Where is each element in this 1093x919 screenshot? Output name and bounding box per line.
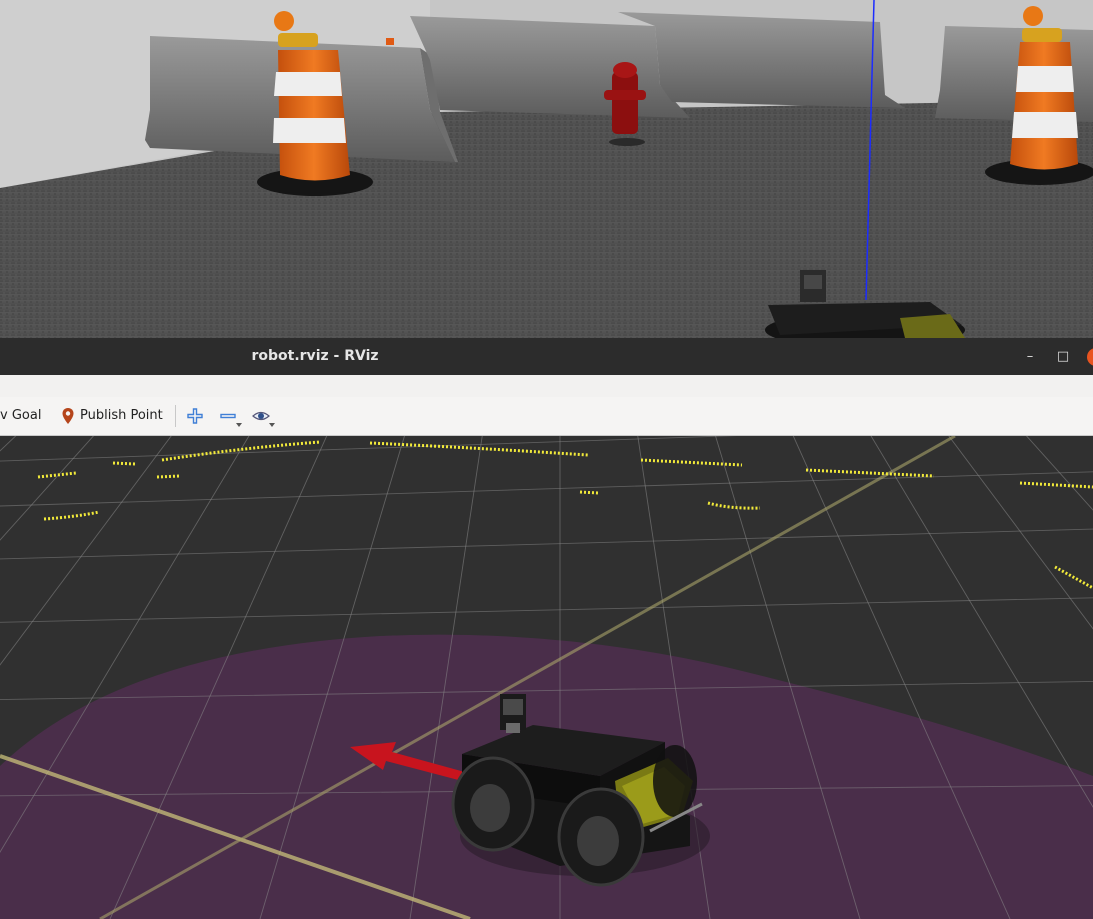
publish-point-label: Publish Point: [80, 408, 163, 423]
window-titlebar[interactable]: robot.rviz - RViz – □: [0, 338, 1093, 375]
eye-dropdown-caret[interactable]: [269, 423, 275, 427]
minimize-button[interactable]: –: [1020, 347, 1040, 367]
zoom-out-dropdown-caret[interactable]: [236, 423, 242, 427]
concrete-barrier: [410, 16, 690, 118]
rviz-3d-viewport[interactable]: [0, 436, 1093, 919]
zoom-out-icon[interactable]: [218, 406, 238, 426]
eye-icon[interactable]: [251, 406, 271, 426]
maximize-button[interactable]: □: [1053, 347, 1073, 367]
nav-goal-label: v Goal: [0, 408, 42, 423]
close-button[interactable]: [1087, 348, 1093, 366]
publish-point-tool[interactable]: Publish Point: [61, 397, 163, 435]
zoom-in-icon[interactable]: [185, 406, 205, 426]
menu-bar: [0, 375, 1093, 398]
toolbar-separator: [175, 405, 176, 427]
window-title: robot.rviz - RViz: [251, 348, 379, 364]
rviz-toolbar: v Goal Publish Point: [0, 397, 1093, 436]
map-pin-icon: [62, 408, 74, 424]
traffic-cone-small: [386, 38, 394, 45]
nav-goal-tool[interactable]: v Goal: [0, 397, 41, 435]
gazebo-scene-view[interactable]: [0, 0, 1093, 338]
